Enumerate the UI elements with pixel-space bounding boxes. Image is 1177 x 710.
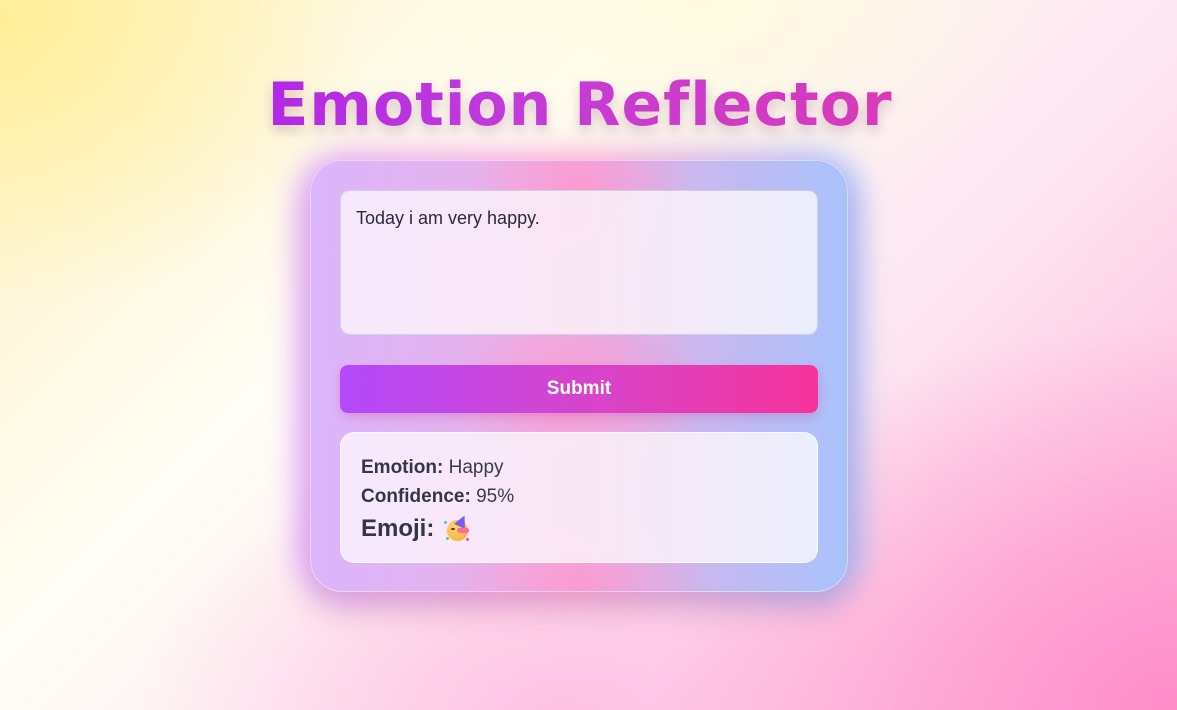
emotion-card: Today i am very happy. Submit Emotion: H… bbox=[310, 160, 848, 592]
emotion-label: Emotion: bbox=[361, 457, 444, 478]
emotion-row: Emotion: Happy bbox=[361, 453, 797, 482]
emoji-label: Emoji: bbox=[361, 515, 435, 542]
result-panel: Emotion: Happy Confidence: 95% Emoji: bbox=[340, 432, 818, 563]
confidence-label: Confidence: bbox=[361, 486, 471, 507]
journal-textarea[interactable]: Today i am very happy. bbox=[340, 190, 818, 335]
confidence-row: Confidence: 95% bbox=[361, 482, 797, 511]
emotion-value: Happy bbox=[448, 457, 504, 478]
app-title: Emotion Reflector bbox=[0, 70, 1160, 140]
emoji-row: Emoji: bbox=[361, 511, 797, 547]
confidence-value: 95% bbox=[476, 486, 515, 507]
submit-button[interactable]: Submit bbox=[340, 365, 818, 413]
partying-face-icon bbox=[444, 513, 471, 541]
